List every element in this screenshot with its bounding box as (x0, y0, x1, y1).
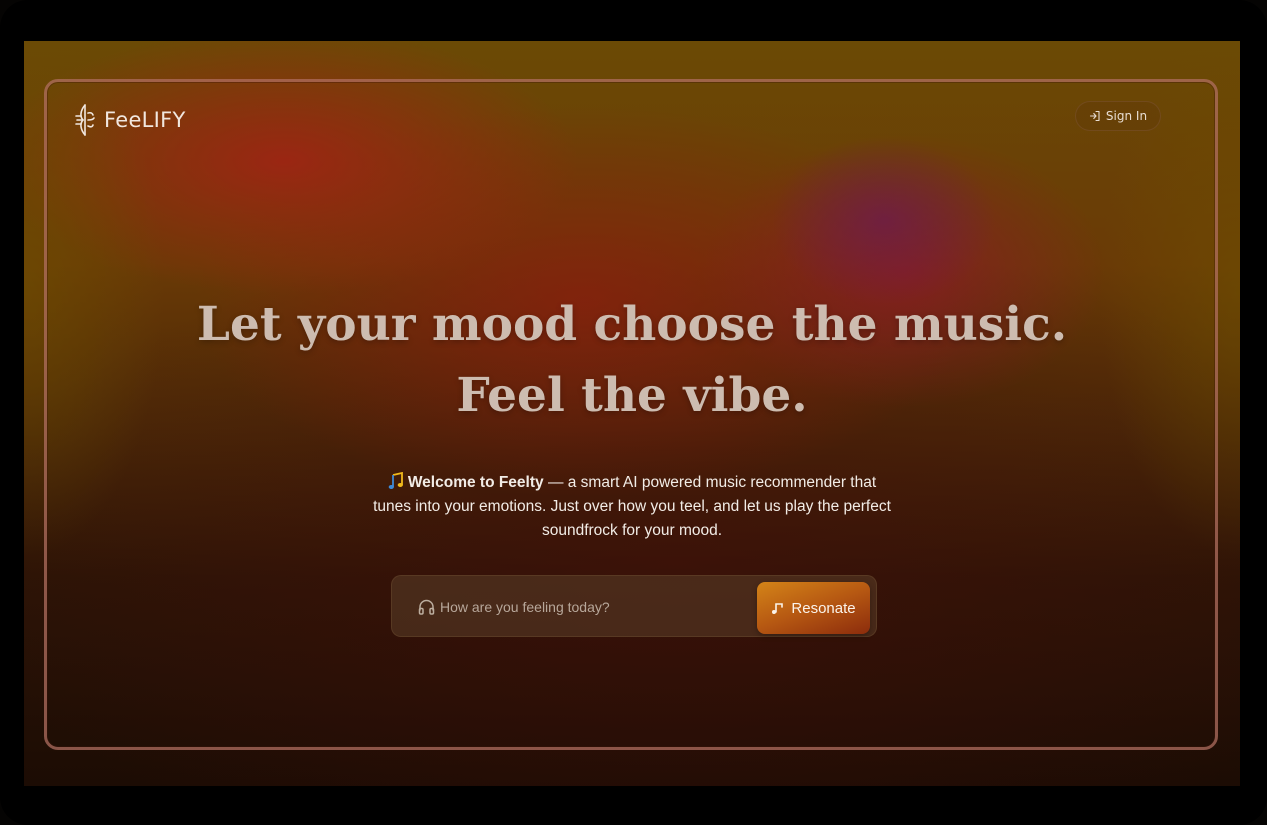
intro-line-2: tunes into your emotions. Just over how … (373, 498, 891, 515)
intro-line-3: soundfrock for your mood. (541, 522, 723, 539)
mood-search-bar: Resonate (391, 575, 877, 637)
resonate-label: Resonate (791, 599, 856, 617)
headline-line-2: Feel the vibe. (456, 368, 808, 423)
headphones-icon (418, 599, 435, 615)
sign-in-label: Sign In (1105, 109, 1148, 123)
intro-paragraph: Welcome to Feelty — a smart AI powered m… (340, 471, 924, 543)
mood-input[interactable] (440, 592, 740, 622)
intro-line-1: Welcome to Feelty — a smart AI powered m… (340, 471, 924, 495)
music-note-icon (772, 603, 784, 614)
tuning-fork-wave-icon (75, 104, 95, 136)
sign-in-button[interactable]: Sign In (1075, 101, 1161, 131)
music-note-icon (388, 472, 403, 489)
hero-headline: Let your mood choose the music. Feel the… (24, 289, 1240, 431)
device-frame: FeeLIFY Sign In Let your mood choose the… (0, 0, 1267, 825)
brand-name: FeeLIFY (104, 108, 186, 132)
brand-logo[interactable]: FeeLIFY (74, 103, 186, 137)
headline-line-1: Let your mood choose the music. (196, 297, 1068, 352)
intro-line-1-text: — a smart AI powered music recommender t… (543, 474, 877, 491)
app-screen: FeeLIFY Sign In Let your mood choose the… (24, 41, 1240, 786)
sign-in-icon (1089, 110, 1100, 122)
resonate-button[interactable]: Resonate (757, 582, 870, 634)
intro-bold-text: Welcome to Feelty (407, 474, 544, 491)
